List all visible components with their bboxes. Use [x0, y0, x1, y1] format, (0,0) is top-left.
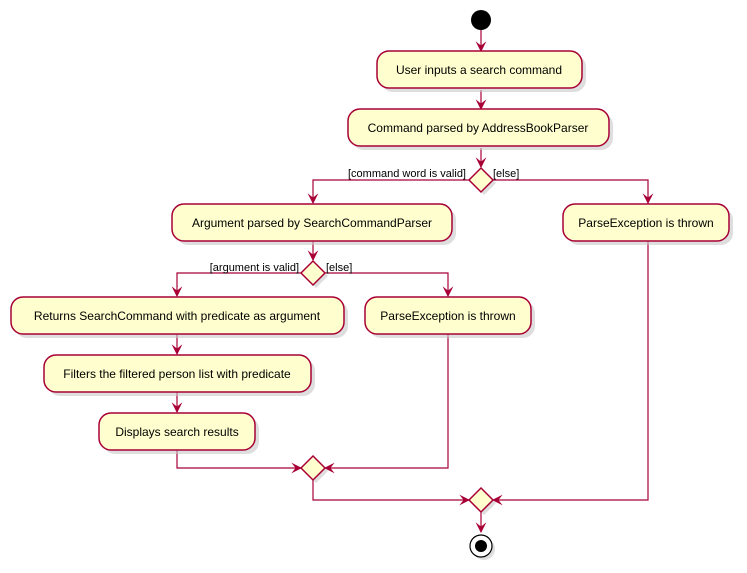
- activity-label: Argument parsed by SearchCommandParser: [192, 216, 432, 230]
- activity-filters-list: Filters the filtered person list with pr…: [43, 354, 315, 396]
- edge: [323, 334, 449, 474]
- guard-command-valid: [command word is valid]: [348, 168, 466, 180]
- decision-argument: [299, 259, 328, 288]
- edge: [325, 272, 454, 298]
- activity-argument-parsed: Argument parsed by SearchCommandParser: [171, 203, 456, 245]
- edge: [312, 480, 471, 506]
- activity-label: Displays search results: [115, 425, 238, 439]
- activity-label: ParseException is thrown: [578, 216, 713, 230]
- guard-argument-valid: [argument is valid]: [210, 262, 299, 274]
- activity-label: User inputs a search command: [396, 63, 562, 77]
- activity-returns-search-command: Returns SearchCommand with predicate as …: [10, 296, 348, 338]
- end-node: [469, 534, 495, 560]
- edge: [307, 179, 469, 205]
- activity-label: Command parsed by AddressBookParser: [368, 121, 589, 135]
- edge: [171, 272, 301, 298]
- activity-displays-results: Displays search results: [98, 412, 259, 454]
- guard-command-else: [else]: [493, 168, 519, 180]
- edge: [493, 179, 654, 205]
- start-node: [471, 10, 491, 30]
- activity-user-inputs: User inputs a search command: [376, 50, 586, 92]
- activity-label: ParseException is thrown: [380, 309, 515, 323]
- activity-command-parsed: Command parsed by AddressBookParser: [347, 108, 613, 150]
- activity-diagram: User inputs a search command Command par…: [10, 10, 733, 560]
- decision-command-word: [467, 166, 496, 195]
- activity-parse-exception-outer: ParseException is thrown: [562, 203, 733, 245]
- activity-parse-exception-inner: ParseException is thrown: [364, 296, 535, 338]
- activity-label: Returns SearchCommand with predicate as …: [34, 309, 321, 323]
- activity-label: Filters the filtered person list with pr…: [63, 367, 291, 381]
- edge: [491, 241, 649, 506]
- merge-node-inner: [299, 454, 328, 483]
- guard-argument-else: [else]: [326, 262, 352, 274]
- merge-node-outer: [467, 486, 496, 515]
